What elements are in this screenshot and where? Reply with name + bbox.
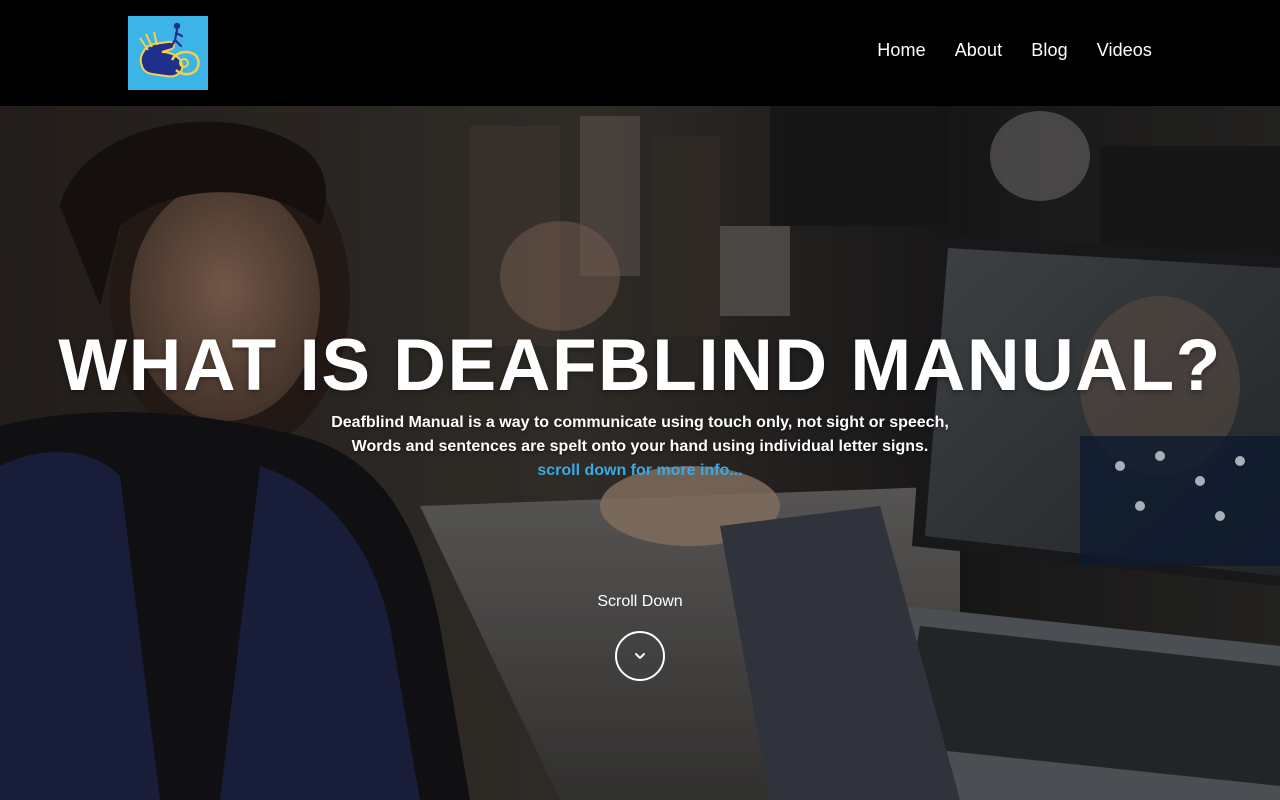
hero-description-line: Deafblind Manual is a way to communicate… (331, 414, 949, 431)
site-logo[interactable] (128, 16, 208, 90)
main-nav: Home About Blog Videos (877, 36, 1152, 64)
nav-home-link[interactable]: Home (877, 40, 925, 61)
nav-about-link[interactable]: About (955, 40, 1003, 61)
scroll-down-label: Scroll Down (597, 593, 683, 610)
more-info-container: scroll down for more info... (0, 459, 1280, 483)
scroll-down-button[interactable] (615, 631, 665, 681)
chevron-down-icon (632, 648, 648, 664)
more-info-link[interactable]: scroll down for more info... (537, 462, 742, 479)
hero-section: WHAT IS DEAFBLIND MANUAL? Deafblind Manu… (0, 106, 1280, 800)
hero-description-line: Words and sentences are spelt onto your … (351, 438, 929, 455)
fingerspelling-hands-logo-icon (128, 16, 208, 90)
nav-videos-link[interactable]: Videos (1097, 40, 1152, 61)
hero-description: Deafblind Manual is a way to communicate… (0, 411, 1280, 459)
nav-blog-link[interactable]: Blog (1031, 40, 1067, 61)
hero-title: WHAT IS DEAFBLIND MANUAL? (58, 325, 1222, 406)
site-header: Home About Blog Videos (0, 0, 1280, 106)
